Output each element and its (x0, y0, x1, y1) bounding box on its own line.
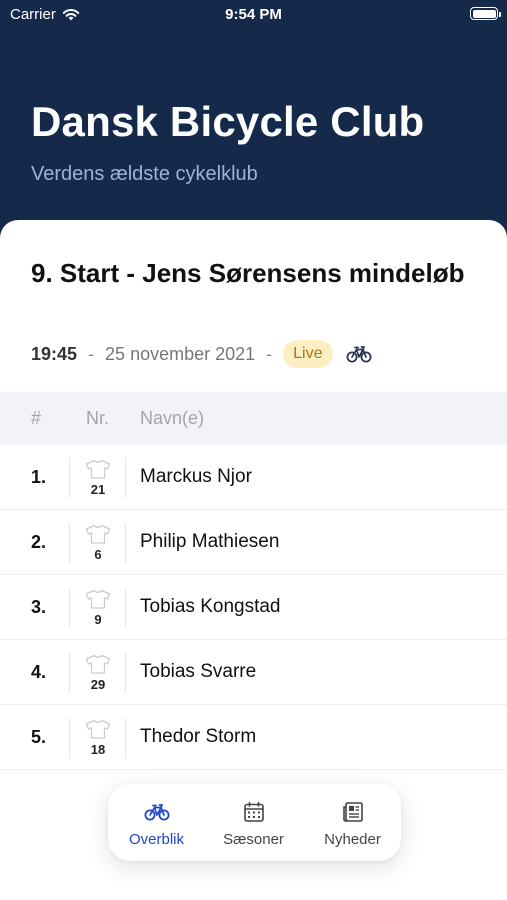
rider-name: Philip Mathiesen (140, 531, 280, 552)
bib-cell: 29 (69, 653, 126, 693)
tab-saesoner[interactable]: Sæsoner (205, 784, 302, 861)
rider-name: Tobias Kongstad (140, 596, 281, 617)
table-row[interactable]: 2. 6 Philip Mathiesen (0, 510, 507, 575)
table-row[interactable]: 1. 21 Marckus Njor (0, 445, 507, 510)
tab-label: Nyheder (324, 831, 381, 848)
race-meta: 19:45 - 25 november 2021 - Live (31, 339, 372, 369)
bib-number: 18 (90, 742, 106, 757)
bib-cell: 18 (69, 718, 126, 758)
jersey-icon (85, 719, 111, 739)
column-header-name: Navn(e) (140, 408, 205, 428)
column-header-number: Nr. (86, 408, 110, 428)
race-time: 19:45 (31, 343, 78, 364)
club-title: Dansk Bicycle Club (31, 98, 425, 145)
bib-cell: 6 (69, 523, 126, 563)
column-header-position: # (31, 408, 42, 428)
row-position: 3. (31, 597, 47, 617)
rider-name: Marckus Njor (140, 466, 252, 487)
rider-name: Tobias Svarre (140, 661, 257, 682)
status-time: 9:54 PM (225, 6, 282, 23)
bib-cell: 9 (69, 588, 126, 628)
bib-number: 29 (90, 677, 106, 692)
status-bar: Carrier 9:54 PM (0, 0, 507, 30)
bicycle-icon (346, 345, 372, 363)
jersey-icon (85, 524, 111, 544)
tab-overblik[interactable]: Overblik (108, 784, 205, 861)
tab-nyheder[interactable]: Nyheder (304, 784, 401, 861)
live-badge: Live (283, 340, 333, 368)
tab-label: Overblik (128, 831, 184, 848)
bib-cell: 21 (69, 458, 126, 498)
jersey-icon (85, 459, 111, 479)
battery-icon (470, 7, 501, 20)
results-list: 1. 21 Marckus Njor 2. 6 Philip Mathiesen… (0, 445, 507, 770)
calendar-icon (243, 799, 265, 825)
row-position: 5. (31, 727, 47, 747)
tab-bar: Overblik Sæsoner Nyheder (108, 784, 401, 861)
jersey-icon (85, 589, 111, 609)
row-position: 2. (31, 532, 47, 552)
race-title: 9. Start - Jens Sørensens mindeløb (31, 258, 465, 288)
newspaper-icon (342, 799, 364, 825)
jersey-icon (85, 654, 111, 674)
club-subtitle: Verdens ældste cykelklub (31, 163, 258, 185)
bicycle-icon (144, 799, 170, 825)
bib-number: 9 (94, 612, 102, 627)
table-header: # Nr. Navn(e) (0, 392, 507, 445)
rider-name: Thedor Storm (140, 726, 257, 747)
row-position: 4. (31, 662, 47, 682)
table-row[interactable]: 5. 18 Thedor Storm (0, 705, 507, 770)
table-row[interactable]: 3. 9 Tobias Kongstad (0, 575, 507, 640)
meta-separator: - (266, 343, 273, 364)
table-row[interactable]: 4. 29 Tobias Svarre (0, 640, 507, 705)
row-position: 1. (31, 467, 47, 487)
meta-separator: - (88, 343, 95, 364)
bib-number: 21 (90, 482, 106, 497)
tab-label: Sæsoner (223, 831, 284, 848)
bib-number: 6 (94, 547, 102, 562)
race-date: 25 november 2021 (105, 343, 256, 364)
